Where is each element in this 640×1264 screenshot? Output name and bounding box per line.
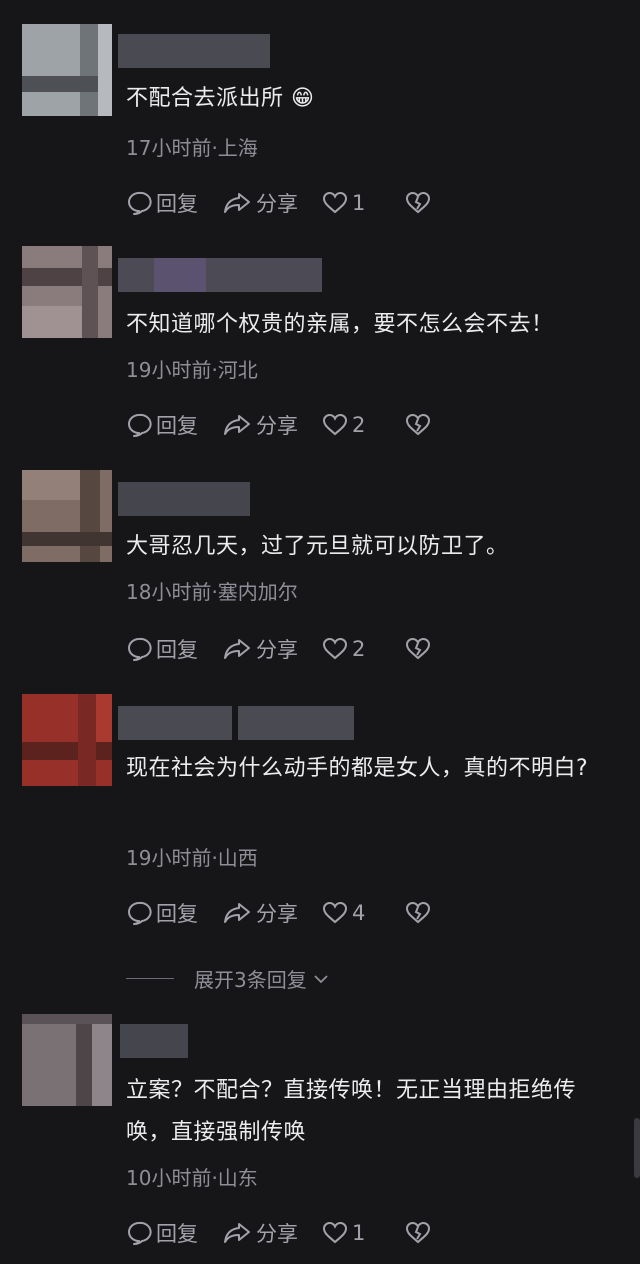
like-button[interactable]: 4 — [322, 901, 365, 925]
reply-button[interactable]: 回复 — [126, 634, 198, 664]
comment-bubble-icon — [128, 637, 152, 661]
like-button[interactable]: 1 — [322, 1221, 365, 1245]
scrollbar-thumb[interactable] — [634, 1118, 640, 1178]
share-label: 分享 — [256, 902, 298, 926]
reply-button[interactable]: 回复 — [126, 410, 198, 440]
reply-button[interactable]: 回复 — [126, 188, 198, 218]
reply-label: 回复 — [156, 192, 198, 216]
dislike-button[interactable] — [405, 1221, 435, 1245]
comment-actions: 回复 分享 2 — [126, 410, 459, 440]
avatar[interactable] — [22, 1014, 112, 1106]
dislike-button[interactable] — [405, 413, 435, 437]
share-arrow-icon — [224, 193, 250, 213]
reply-button[interactable]: 回复 — [126, 1218, 198, 1248]
comment-bubble-icon — [128, 1221, 152, 1245]
share-label: 分享 — [256, 1222, 298, 1246]
share-label: 分享 — [256, 414, 298, 438]
avatar[interactable] — [22, 24, 112, 116]
username-blurred[interactable] — [118, 258, 322, 292]
comment-actions: 回复 分享 2 — [126, 634, 459, 664]
broken-heart-icon — [406, 191, 431, 214]
like-count: 1 — [352, 191, 366, 215]
heart-icon — [322, 1221, 348, 1244]
like-count: 4 — [352, 901, 366, 925]
username-gap — [232, 706, 238, 740]
share-arrow-icon — [224, 415, 250, 435]
username-blurred-accent — [154, 258, 206, 292]
share-label: 分享 — [256, 638, 298, 662]
heart-icon — [322, 901, 348, 924]
username-blurred[interactable] — [118, 482, 250, 516]
heart-icon — [322, 413, 348, 436]
comment-bubble-icon — [128, 413, 152, 437]
comment-actions: 回复 分享 1 — [126, 188, 459, 218]
reply-label: 回复 — [156, 902, 198, 926]
like-count: 1 — [352, 1221, 366, 1245]
comment-actions: 回复 分享 1 — [126, 1218, 459, 1248]
expand-replies-label: 展开3条回复 — [194, 968, 307, 992]
dislike-button[interactable] — [405, 901, 435, 925]
reply-label: 回复 — [156, 414, 198, 438]
avatar[interactable] — [22, 246, 112, 338]
expand-replies-button[interactable]: 展开3条回复 — [126, 964, 331, 993]
comment-meta: 19小时前·山西 — [126, 846, 258, 870]
comment-actions: 回复 分享 4 — [126, 898, 459, 928]
comment-bubble-icon — [128, 901, 152, 925]
comment-meta: 18小时前·塞内加尔 — [126, 580, 298, 604]
comment-text: 大哥忍几天，过了元旦就可以防卫了。 — [126, 534, 509, 559]
like-count: 2 — [352, 413, 366, 437]
heart-icon — [322, 637, 348, 660]
heart-icon — [322, 191, 348, 214]
comment-text: 立案？不配合？直接传唤！无正当理由拒绝传唤，直接强制传唤 — [126, 1078, 577, 1145]
comment-bubble-icon — [128, 191, 152, 215]
comment-text: 现在社会为什么动手的都是女人，真的不明白? — [126, 756, 589, 781]
comment-meta: 17小时前·上海 — [126, 136, 258, 160]
reply-label: 回复 — [156, 638, 198, 662]
username-blurred[interactable] — [120, 1024, 188, 1058]
reply-label: 回复 — [156, 1222, 198, 1246]
share-arrow-icon — [224, 903, 250, 923]
like-button[interactable]: 1 — [322, 191, 365, 215]
reply-button[interactable]: 回复 — [126, 898, 198, 928]
share-button[interactable]: 分享 — [222, 188, 298, 218]
dislike-button[interactable] — [405, 191, 435, 215]
avatar[interactable] — [22, 694, 112, 786]
comment-meta: 10小时前·山东 — [126, 1166, 258, 1190]
broken-heart-icon — [406, 1221, 431, 1244]
like-button[interactable]: 2 — [322, 413, 365, 437]
broken-heart-icon — [406, 901, 431, 924]
share-button[interactable]: 分享 — [222, 1218, 298, 1248]
share-button[interactable]: 分享 — [222, 410, 298, 440]
divider-line — [126, 978, 174, 979]
comment-text: 不配合去派出所 😁 — [126, 86, 315, 111]
comment-text: 不知道哪个权贵的亲属，要不怎么会不去！ — [126, 312, 554, 337]
like-count: 2 — [352, 637, 366, 661]
like-button[interactable]: 2 — [322, 637, 365, 661]
share-arrow-icon — [224, 1223, 250, 1243]
comment-meta: 19小时前·河北 — [126, 358, 258, 382]
share-button[interactable]: 分享 — [222, 898, 298, 928]
share-label: 分享 — [256, 192, 298, 216]
share-button[interactable]: 分享 — [222, 634, 298, 664]
username-blurred[interactable] — [118, 34, 270, 68]
avatar[interactable] — [22, 470, 112, 562]
share-arrow-icon — [224, 639, 250, 659]
broken-heart-icon — [406, 413, 431, 436]
chevron-down-icon — [314, 974, 328, 983]
broken-heart-icon — [406, 637, 431, 660]
dislike-button[interactable] — [405, 637, 435, 661]
